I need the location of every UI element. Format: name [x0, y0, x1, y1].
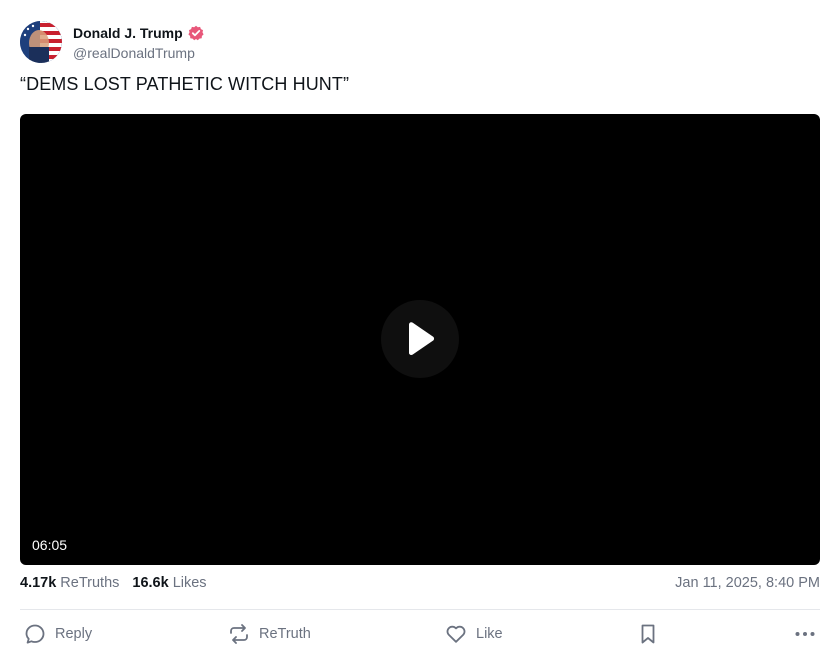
- play-icon: [409, 322, 435, 355]
- bookmark-icon: [641, 624, 655, 644]
- action-bar: Reply ReTruth Like: [20, 620, 820, 648]
- post-header: Donald J. Trump @realDonaldTrump: [20, 20, 204, 64]
- more-options-button[interactable]: [794, 620, 816, 648]
- retruths-label[interactable]: ReTruths: [60, 575, 119, 591]
- divider: [20, 609, 820, 610]
- bookmark-button[interactable]: [638, 620, 658, 648]
- likes-count[interactable]: 16.6k: [132, 575, 168, 591]
- post-text: “DEMS LOST PATHETIC WITCH HUNT”: [20, 74, 350, 94]
- reply-label: Reply: [55, 626, 93, 642]
- retruths-count[interactable]: 4.17k: [20, 575, 56, 591]
- retruth-icon: [230, 624, 248, 644]
- likes-label[interactable]: Likes: [173, 575, 207, 591]
- post-stats: 4.17k ReTruths 16.6k Likes Jan 11, 2025,…: [20, 573, 820, 593]
- post-timestamp[interactable]: Jan 11, 2025, 8:40 PM: [675, 575, 820, 591]
- retruth-label: ReTruth: [259, 626, 311, 642]
- author-info: Donald J. Trump @realDonaldTrump: [73, 23, 204, 61]
- like-label: Like: [476, 626, 503, 642]
- reply-icon: [25, 624, 45, 644]
- reply-button[interactable]: Reply: [24, 620, 92, 648]
- heart-icon: [446, 625, 466, 643]
- video-player[interactable]: 06:05: [20, 114, 820, 565]
- play-button[interactable]: [381, 300, 459, 378]
- name-row: Donald J. Trump: [73, 23, 204, 43]
- author-display-name[interactable]: Donald J. Trump: [73, 25, 183, 41]
- verified-badge-icon: [188, 25, 204, 41]
- more-icon: [795, 632, 815, 636]
- video-duration: 06:05: [32, 537, 68, 553]
- avatar[interactable]: [20, 21, 62, 63]
- like-button[interactable]: Like: [445, 620, 503, 648]
- author-handle[interactable]: @realDonaldTrump: [73, 45, 204, 61]
- retruth-button[interactable]: ReTruth: [228, 620, 311, 648]
